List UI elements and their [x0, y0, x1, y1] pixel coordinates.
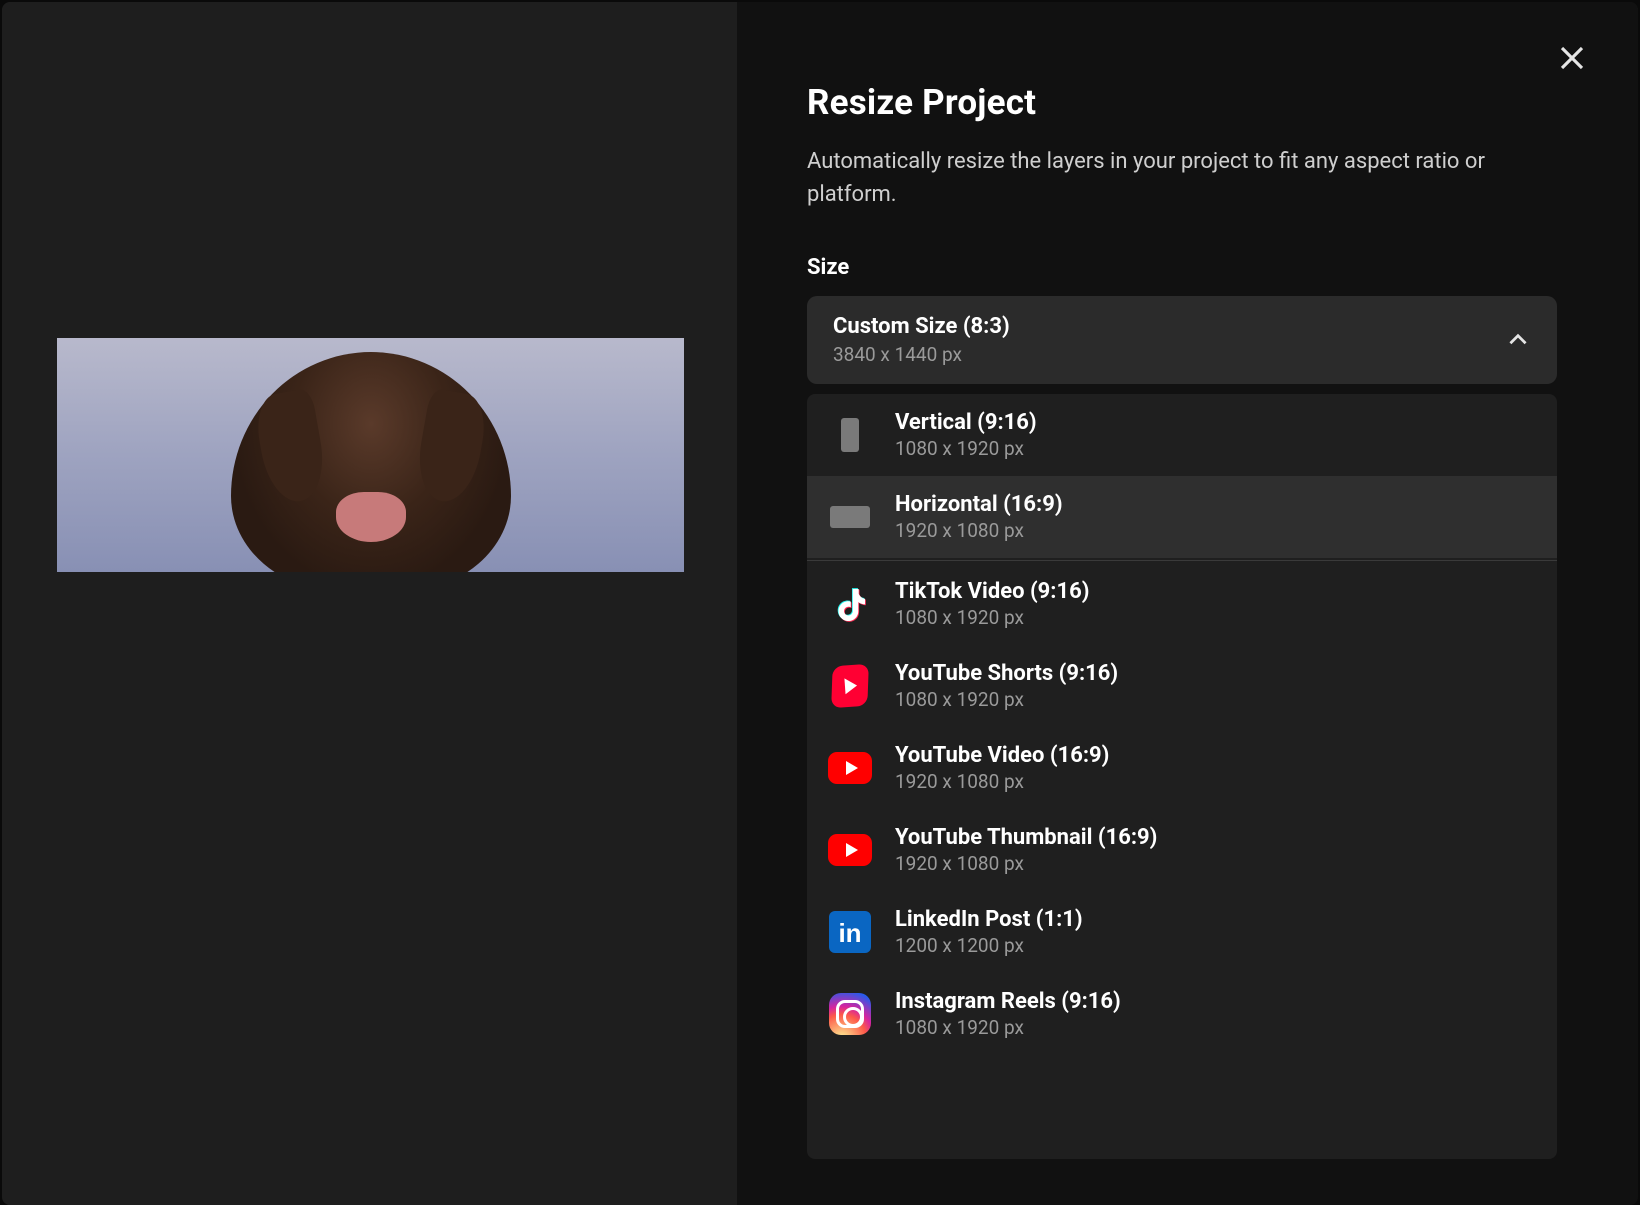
project-preview-thumbnail — [57, 338, 684, 572]
instagram-icon — [829, 993, 871, 1035]
horizontal-shape-icon — [830, 506, 870, 528]
option-title: LinkedIn Post (1:1) — [895, 907, 1083, 932]
youtube-icon — [828, 834, 872, 866]
size-option-linkedin[interactable]: in LinkedIn Post (1:1)1200 x 1200 px — [807, 891, 1557, 973]
content-wrap: Resize Project Automatically resize the … — [2, 2, 1638, 1205]
selected-size-title: Custom Size (8:3) — [833, 314, 1010, 339]
youtube-shorts-icon — [831, 664, 869, 708]
option-title: YouTube Video (16:9) — [895, 743, 1109, 768]
panel-description: Automatically resize the layers in your … — [807, 145, 1537, 211]
close-icon — [1557, 43, 1587, 73]
size-option-yt-shorts[interactable]: YouTube Shorts (9:16)1080 x 1920 px — [807, 645, 1557, 727]
resize-panel: Resize Project Automatically resize the … — [737, 2, 1638, 1205]
option-subtitle: 1200 x 1200 px — [895, 934, 1083, 957]
close-button[interactable] — [1554, 40, 1590, 76]
size-dropdown-list[interactable]: Vertical (9:16)1080 x 1920 pxHorizontal … — [807, 394, 1557, 1159]
option-divider — [807, 560, 1557, 561]
option-subtitle: 1080 x 1920 px — [895, 688, 1118, 711]
size-selector-trigger[interactable]: Custom Size (8:3) 3840 x 1440 px — [807, 296, 1557, 384]
size-option-horizontal[interactable]: Horizontal (16:9)1920 x 1080 px — [807, 476, 1557, 558]
option-subtitle: 1920 x 1080 px — [895, 770, 1109, 793]
app-frame: Resize Project Automatically resize the … — [2, 2, 1638, 1205]
linkedin-icon: in — [829, 911, 871, 953]
size-option-yt-video[interactable]: YouTube Video (16:9)1920 x 1080 px — [807, 727, 1557, 809]
option-title: Horizontal (16:9) — [895, 492, 1063, 517]
option-subtitle: 1080 x 1920 px — [895, 606, 1089, 629]
vertical-shape-icon — [841, 418, 859, 452]
tiktok-icon — [831, 583, 869, 625]
option-title: YouTube Shorts (9:16) — [895, 661, 1118, 686]
selected-size-subtitle: 3840 x 1440 px — [833, 343, 1010, 366]
size-option-yt-thumb[interactable]: YouTube Thumbnail (16:9)1920 x 1080 px — [807, 809, 1557, 891]
size-option-ig-reels[interactable]: Instagram Reels (9:16)1080 x 1920 px — [807, 973, 1557, 1055]
panel-title: Resize Project — [807, 82, 1588, 123]
preview-panel — [2, 2, 737, 1205]
youtube-icon — [828, 752, 872, 784]
option-title: TikTok Video (9:16) — [895, 579, 1089, 604]
option-subtitle: 1920 x 1080 px — [895, 852, 1157, 875]
option-title: YouTube Thumbnail (16:9) — [895, 825, 1157, 850]
option-title: Vertical (9:16) — [895, 410, 1037, 435]
size-section-label: Size — [807, 255, 1588, 280]
option-subtitle: 1080 x 1920 px — [895, 1016, 1121, 1039]
chevron-up-icon — [1505, 327, 1531, 353]
option-subtitle: 1080 x 1920 px — [895, 437, 1037, 460]
option-title: Instagram Reels (9:16) — [895, 989, 1121, 1014]
option-subtitle: 1920 x 1080 px — [895, 519, 1063, 542]
size-option-tiktok[interactable]: TikTok Video (9:16)1080 x 1920 px — [807, 563, 1557, 645]
size-option-vertical[interactable]: Vertical (9:16)1080 x 1920 px — [807, 394, 1557, 476]
